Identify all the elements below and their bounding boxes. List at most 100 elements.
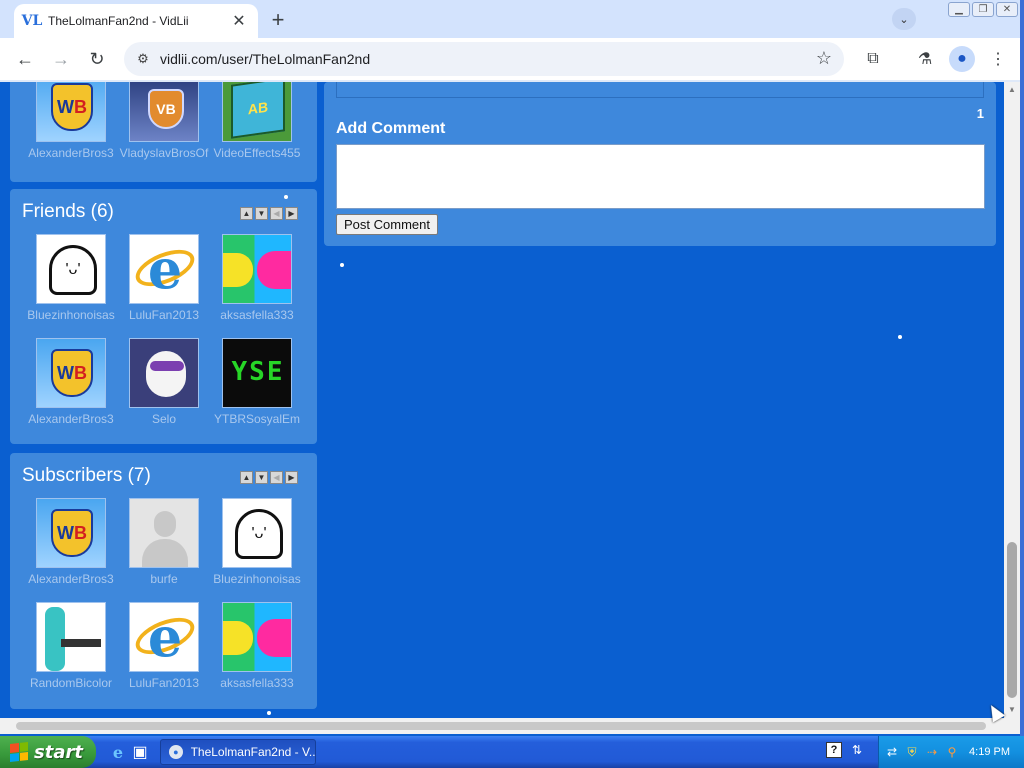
- prev-icon[interactable]: ◀: [270, 471, 283, 484]
- security-shield-icon[interactable]: ⛨: [905, 745, 919, 759]
- horizontal-scrollbar[interactable]: [0, 718, 1004, 734]
- avatar[interactable]: WB: [36, 82, 106, 142]
- network-icon[interactable]: ⇅: [850, 743, 864, 757]
- user-card[interactable]: 'ᴗ' Bluezinhonoisas: [209, 498, 305, 586]
- avatar[interactable]: WB: [36, 338, 106, 408]
- avatar[interactable]: WB: [36, 498, 106, 568]
- bookmark-star-icon[interactable]: ☆: [816, 48, 832, 69]
- user-card[interactable]: WB AlexanderBros3: [23, 498, 119, 586]
- avatar[interactable]: [222, 602, 292, 672]
- taskbar-window-label: TheLolmanFan2nd - V...: [190, 745, 315, 759]
- user-card[interactable]: WB AlexanderBros3: [23, 82, 119, 160]
- username[interactable]: LuluFan2013: [116, 676, 212, 690]
- comment-textarea[interactable]: [336, 144, 985, 209]
- search-icon[interactable]: ⚲: [945, 745, 959, 759]
- ie-quicklaunch-icon[interactable]: e: [108, 742, 128, 762]
- next-icon[interactable]: ▶: [285, 471, 298, 484]
- extensions-icon[interactable]: ⧉: [860, 46, 886, 72]
- vertical-scrollbar[interactable]: ▲ ▼: [1004, 82, 1020, 718]
- site-info-icon[interactable]: ⚙: [128, 51, 158, 67]
- close-tab-icon[interactable]: ✕: [230, 12, 248, 30]
- avatar[interactable]: 'ᴗ': [36, 234, 106, 304]
- user-card[interactable]: RandomBicolor: [23, 602, 119, 690]
- username[interactable]: VladyslavBrosOf: [116, 146, 212, 160]
- username[interactable]: RandomBicolor: [23, 676, 119, 690]
- user-card[interactable]: aksasfella333: [209, 234, 305, 322]
- back-icon[interactable]: ←: [12, 46, 38, 72]
- username[interactable]: AlexanderBros3: [23, 146, 119, 160]
- username[interactable]: Bluezinhonoisas: [23, 308, 119, 322]
- reload-icon[interactable]: ↻: [84, 46, 110, 72]
- username[interactable]: VideoEffects455: [209, 146, 305, 160]
- avatar[interactable]: [129, 498, 199, 568]
- username[interactable]: AlexanderBros3: [23, 572, 119, 586]
- clock[interactable]: 4:19 PM: [969, 746, 1010, 758]
- next-icon[interactable]: ▶: [285, 207, 298, 220]
- menu-kebab-icon[interactable]: ⋮: [985, 46, 1011, 72]
- username[interactable]: Selo: [116, 412, 212, 426]
- friends-title: Friends (6): [22, 201, 114, 222]
- restore-icon[interactable]: ❐: [972, 2, 994, 17]
- avatar[interactable]: 'ᴗ': [222, 498, 292, 568]
- username[interactable]: YTBRSosyalEm: [209, 412, 305, 426]
- windows-logo-icon: [10, 742, 28, 762]
- avatar[interactable]: AB: [222, 82, 292, 142]
- tab-title: TheLolmanFan2nd - VidLii: [48, 14, 189, 28]
- comment-count: 1: [976, 106, 984, 121]
- friends-panel: Friends (6) ▲ ▼ ◀ ▶ 'ᴗ' Bluezinhonoisas …: [10, 189, 317, 444]
- avatar[interactable]: e: [129, 602, 199, 672]
- user-card[interactable]: burfe: [116, 498, 212, 586]
- user-card[interactable]: AB VideoEffects455: [209, 82, 305, 160]
- user-card[interactable]: aksasfella333: [209, 602, 305, 690]
- tab-search-button[interactable]: ⌄: [892, 8, 916, 30]
- user-card[interactable]: 'ᴗ' Bluezinhonoisas: [23, 234, 119, 322]
- scroll-up-icon[interactable]: ▲: [1007, 84, 1017, 94]
- user-card[interactable]: WB AlexanderBros3: [23, 338, 119, 426]
- post-comment-button[interactable]: Post Comment: [336, 214, 438, 235]
- username[interactable]: aksasfella333: [209, 676, 305, 690]
- user-card[interactable]: e LuluFan2013: [116, 602, 212, 690]
- username[interactable]: aksasfella333: [209, 308, 305, 322]
- move-up-icon[interactable]: ▲: [240, 207, 253, 220]
- forward-icon[interactable]: →: [48, 46, 74, 72]
- address-bar[interactable]: ⚙ vidlii.com/user/TheLolmanFan2nd ☆: [124, 42, 844, 76]
- username[interactable]: Bluezinhonoisas: [209, 572, 305, 586]
- show-desktop-icon[interactable]: ▣: [130, 742, 150, 762]
- user-card[interactable]: e LuluFan2013: [116, 234, 212, 322]
- avatar[interactable]: e: [129, 234, 199, 304]
- username[interactable]: LuluFan2013: [116, 308, 212, 322]
- prev-icon[interactable]: ◀: [270, 207, 283, 220]
- username[interactable]: AlexanderBros3: [23, 412, 119, 426]
- minimize-icon[interactable]: ▁: [948, 2, 970, 17]
- connection-icon[interactable]: ⇢: [925, 745, 939, 759]
- taskbar-window-button[interactable]: ● TheLolmanFan2nd - V...: [160, 739, 316, 765]
- safely-remove-icon[interactable]: ⇄: [885, 745, 899, 759]
- help-icon[interactable]: ?: [826, 742, 842, 758]
- avatar[interactable]: [222, 234, 292, 304]
- user-card[interactable]: Selo: [116, 338, 212, 426]
- avatar[interactable]: YSE: [222, 338, 292, 408]
- move-down-icon[interactable]: ▼: [255, 207, 268, 220]
- avatar[interactable]: [129, 338, 199, 408]
- close-window-icon[interactable]: ✕: [996, 2, 1018, 17]
- profile-avatar-icon[interactable]: ●: [949, 46, 975, 72]
- avatar[interactable]: [36, 602, 106, 672]
- previous-comment-box: [336, 82, 984, 98]
- user-card[interactable]: VB VladyslavBrosOf: [116, 82, 212, 160]
- username[interactable]: burfe: [116, 572, 212, 586]
- horizontal-scroll-thumb[interactable]: [16, 722, 986, 730]
- new-tab-button[interactable]: +: [266, 7, 290, 32]
- browser-tab[interactable]: VL TheLolmanFan2nd - VidLii ✕: [14, 4, 258, 38]
- window-border: [1020, 0, 1024, 736]
- browser-chrome: VL TheLolmanFan2nd - VidLii ✕ + ⌄ ▁ ❐ ✕ …: [0, 0, 1024, 82]
- scroll-down-icon[interactable]: ▼: [1007, 704, 1017, 714]
- move-up-icon[interactable]: ▲: [240, 471, 253, 484]
- subscribers-panel: Subscribers (7) ▲ ▼ ◀ ▶ WB AlexanderBros…: [10, 453, 317, 709]
- avatar[interactable]: VB: [129, 82, 199, 142]
- user-card[interactable]: YSE YTBRSosyalEm: [209, 338, 305, 426]
- labs-flask-icon[interactable]: ⚗: [912, 46, 938, 72]
- vidlii-favicon-icon: VL: [21, 13, 43, 29]
- move-down-icon[interactable]: ▼: [255, 471, 268, 484]
- start-button[interactable]: start: [0, 736, 96, 768]
- vertical-scroll-thumb[interactable]: [1007, 542, 1017, 698]
